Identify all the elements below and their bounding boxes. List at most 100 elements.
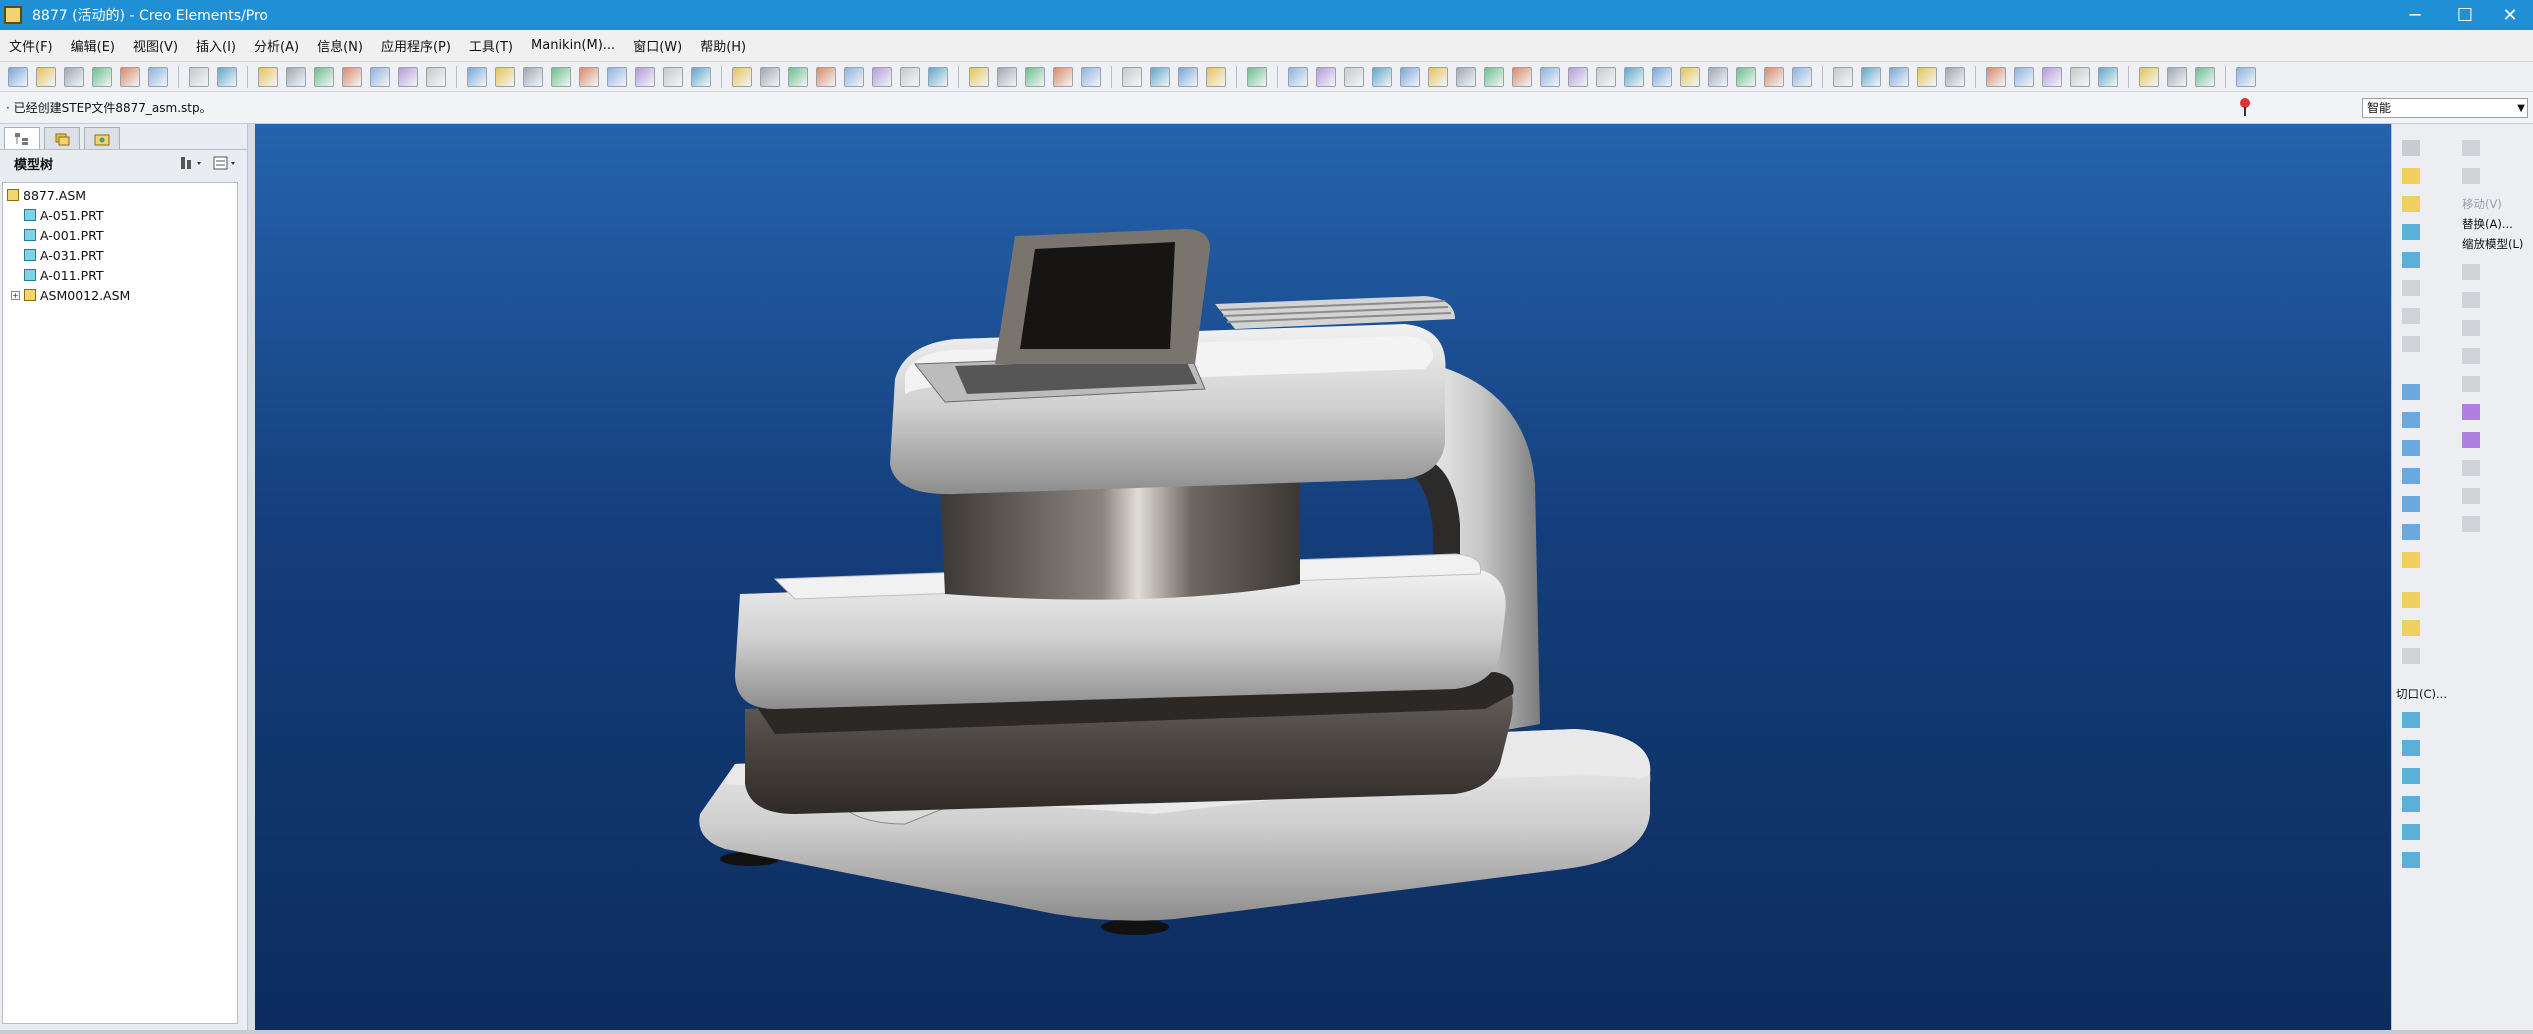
- datum-point-icon[interactable]: [2402, 496, 2420, 512]
- menu-file[interactable]: 文件(F): [0, 36, 62, 55]
- extend-icon[interactable]: [2402, 824, 2420, 840]
- layers-icon[interactable]: [928, 66, 948, 87]
- render-4-icon[interactable]: [2070, 66, 2090, 87]
- tree-item[interactable]: A-011.PRT: [3, 265, 237, 285]
- replace-label[interactable]: 替换(A)...: [2462, 216, 2513, 232]
- menu-insert[interactable]: 插入(I): [187, 36, 245, 55]
- tree-item[interactable]: A-031.PRT: [3, 245, 237, 265]
- repaint-icon[interactable]: [732, 66, 752, 87]
- round-icon[interactable]: [2402, 308, 2420, 324]
- tool-15-icon[interactable]: [1680, 66, 1700, 87]
- open-icon[interactable]: [36, 66, 56, 87]
- tool-14-icon[interactable]: [1652, 66, 1672, 87]
- scale-model-label[interactable]: 缩放模型(L): [2462, 236, 2523, 252]
- app-3-icon[interactable]: [1889, 66, 1909, 87]
- app-5-icon[interactable]: [1945, 66, 1965, 87]
- app-1-icon[interactable]: [1833, 66, 1853, 87]
- zoom-in-icon[interactable]: [788, 66, 808, 87]
- tree-item[interactable]: 8877.ASM: [3, 185, 237, 205]
- coordinate-system-icon[interactable]: [2402, 524, 2420, 540]
- appearance-icon[interactable]: [663, 66, 683, 87]
- saved-views-icon[interactable]: [900, 66, 920, 87]
- app-4-icon[interactable]: [1917, 66, 1937, 87]
- close-button[interactable]: ✕: [2480, 0, 2533, 30]
- table-icon[interactable]: [2462, 516, 2480, 532]
- zoom-out-icon[interactable]: [816, 66, 836, 87]
- graphics-window[interactable]: [255, 124, 2391, 1030]
- redo-icon[interactable]: [217, 66, 237, 87]
- tool-12-icon[interactable]: [1596, 66, 1616, 87]
- model-tree-settings-icon[interactable]: [1247, 66, 1267, 87]
- tool-10-icon[interactable]: [1540, 66, 1560, 87]
- render-1-icon[interactable]: [1986, 66, 2006, 87]
- mirror-icon[interactable]: [2402, 712, 2420, 728]
- datum-plane-on-the-fly-icon[interactable]: [2462, 376, 2480, 392]
- new-icon[interactable]: [8, 66, 28, 87]
- analysis-feature-icon[interactable]: [2402, 552, 2420, 568]
- sphere-icon[interactable]: [691, 66, 711, 87]
- tool-1-icon[interactable]: [1288, 66, 1308, 87]
- tool-4-icon[interactable]: [1372, 66, 1392, 87]
- tool-8-icon[interactable]: [1484, 66, 1504, 87]
- connect-icon[interactable]: [2462, 168, 2480, 184]
- window-close-icon[interactable]: [2195, 66, 2215, 87]
- merge-icon[interactable]: [2402, 740, 2420, 756]
- tree-item[interactable]: A-001.PRT: [3, 225, 237, 245]
- named-view-icon[interactable]: [551, 66, 571, 87]
- window-new-icon[interactable]: [2139, 66, 2159, 87]
- component-display-icon[interactable]: [2402, 620, 2420, 636]
- menu-analysis[interactable]: 分析(A): [245, 36, 308, 55]
- intersect-icon[interactable]: [2402, 796, 2420, 812]
- datum-points-icon[interactable]: [1178, 66, 1198, 87]
- style-icon[interactable]: [2462, 404, 2480, 420]
- print-preview-icon[interactable]: [120, 66, 140, 87]
- datum-tools-icon[interactable]: [2402, 140, 2420, 156]
- pan-icon[interactable]: [760, 66, 780, 87]
- datum-plane-icon[interactable]: [2402, 384, 2420, 400]
- explode-icon[interactable]: [2402, 592, 2420, 608]
- menu-edit[interactable]: 编辑(E): [62, 36, 124, 55]
- regenerate-icon[interactable]: [370, 66, 390, 87]
- tool-3-icon[interactable]: [1344, 66, 1364, 87]
- tab-favorites[interactable]: [84, 127, 120, 149]
- datum-curve-icon[interactable]: [2402, 440, 2420, 456]
- sketch-curve-icon[interactable]: [2402, 468, 2420, 484]
- display-style-icon[interactable]: [523, 66, 543, 87]
- warp-icon[interactable]: [2462, 460, 2480, 476]
- sketch-view-icon[interactable]: [607, 66, 627, 87]
- send-mail-icon[interactable]: [148, 66, 168, 87]
- tool-18-icon[interactable]: [1764, 66, 1784, 87]
- orient-icon[interactable]: [579, 66, 599, 87]
- component-interface-icon[interactable]: [2402, 648, 2420, 664]
- tab-model-tree[interactable]: [4, 127, 40, 149]
- hidden-line-icon[interactable]: [997, 66, 1017, 87]
- tree-item[interactable]: + ASM0012.ASM: [3, 285, 237, 305]
- app-2-icon[interactable]: [1861, 66, 1881, 87]
- pattern-icon[interactable]: [2462, 264, 2480, 280]
- menu-view[interactable]: 视图(V): [124, 36, 187, 55]
- create-component-icon[interactable]: [2402, 196, 2420, 212]
- tool-17-icon[interactable]: [1736, 66, 1756, 87]
- extrude-icon[interactable]: [2402, 252, 2420, 268]
- unhide-icon[interactable]: [495, 66, 515, 87]
- coordinate-systems-icon[interactable]: [1206, 66, 1226, 87]
- copy-icon[interactable]: [286, 66, 306, 87]
- pushpin-icon[interactable]: [2240, 98, 2250, 116]
- package-icon[interactable]: [2402, 224, 2420, 240]
- menu-applications[interactable]: 应用程序(P): [372, 36, 460, 55]
- paste-icon[interactable]: [314, 66, 334, 87]
- drag-components-icon[interactable]: [2462, 140, 2480, 156]
- window-activate-icon[interactable]: [2167, 66, 2187, 87]
- tool-5-icon[interactable]: [1400, 66, 1420, 87]
- no-hidden-icon[interactable]: [1025, 66, 1045, 87]
- wireframe-icon[interactable]: [969, 66, 989, 87]
- find-icon[interactable]: [398, 66, 418, 87]
- tool-11-icon[interactable]: [1568, 66, 1588, 87]
- cut-icon[interactable]: [258, 66, 278, 87]
- datum-axis-icon[interactable]: [2402, 412, 2420, 428]
- render-2-icon[interactable]: [2014, 66, 2034, 87]
- trim-icon[interactable]: [2402, 768, 2420, 784]
- render-3-icon[interactable]: [2042, 66, 2062, 87]
- datum-axes-icon[interactable]: [1150, 66, 1170, 87]
- shell-icon[interactable]: [2462, 292, 2480, 308]
